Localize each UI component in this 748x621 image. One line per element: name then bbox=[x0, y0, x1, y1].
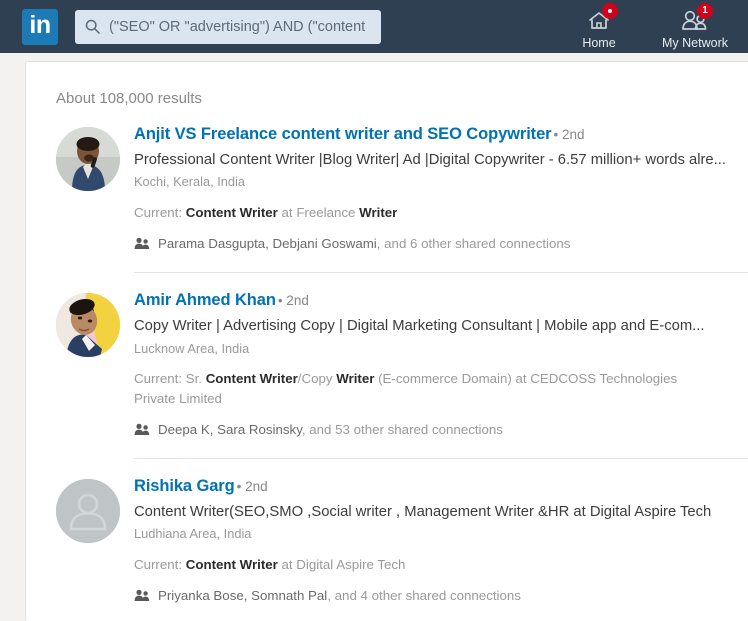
result-degree: • 2nd bbox=[236, 479, 268, 495]
result-shared-connections[interactable]: Priyanka Bose, Somnath Pal, and 4 other … bbox=[134, 587, 748, 604]
result-degree: • 2nd bbox=[277, 293, 309, 309]
result-current-position: Current: Content Writer at Freelance Wri… bbox=[134, 204, 398, 220]
result-current-position: Current: Sr. Content Writer/Copy Writer … bbox=[134, 371, 678, 406]
result-location: Kochi, Kerala, India bbox=[134, 174, 245, 190]
result-current-position: Current: Content Writer at Digital Aspir… bbox=[134, 557, 406, 573]
result-divider bbox=[134, 458, 748, 460]
result-divider bbox=[134, 272, 748, 274]
avatar-wrapper bbox=[56, 477, 134, 604]
shared-connection-rest: , and 6 other shared connections bbox=[376, 236, 571, 252]
result-name-line: Amir Ahmed Khan • 2nd bbox=[134, 291, 748, 311]
results-count: About 108,000 results bbox=[56, 90, 202, 107]
search-result-item[interactable]: Amir Ahmed Khan • 2nd Copy Writer | Adver… bbox=[26, 291, 748, 460]
top-navigation-bar: in ("SEO" OR "advertising") AND ("conten… bbox=[0, 0, 748, 53]
shared-connection-names: Deepa K, Sara Rosinsky bbox=[158, 421, 302, 437]
avatar-wrapper bbox=[56, 291, 134, 459]
nav-items: Home 1 My Network bbox=[568, 0, 728, 53]
result-name-link[interactable]: Rishika Garg bbox=[134, 477, 235, 495]
my-network-notification-badge: 1 bbox=[697, 2, 713, 19]
avatar-rishika-garg[interactable] bbox=[56, 479, 120, 544]
people-icon bbox=[134, 238, 150, 250]
search-icon bbox=[85, 19, 100, 34]
nav-item-my-network-label: My Network bbox=[662, 35, 728, 50]
home-notification-badge bbox=[602, 2, 618, 19]
result-body: Amir Ahmed Khan • 2nd Copy Writer | Adver… bbox=[134, 291, 748, 460]
linkedin-logo-text: in bbox=[29, 11, 51, 39]
avatar-amir-ahmed-khan[interactable] bbox=[56, 293, 120, 358]
result-name-link[interactable]: Amir Ahmed Khan bbox=[134, 291, 276, 309]
result-shared-connections[interactable]: Deepa K, Sara Rosinsky, and 53 other sha… bbox=[134, 421, 748, 438]
search-input[interactable]: ("SEO" OR "advertising") AND ("content bbox=[75, 9, 381, 44]
people-icon bbox=[134, 590, 150, 602]
shared-connection-rest: , and 4 other shared connections bbox=[327, 588, 521, 604]
result-headline: Copy Writer | Advertising Copy | Digital… bbox=[134, 318, 705, 335]
search-result-item[interactable]: Anjit VS Freelance content writer and SE… bbox=[26, 125, 748, 274]
search-input-value: ("SEO" OR "advertising") AND ("content bbox=[109, 18, 366, 35]
nav-item-home-label: Home bbox=[582, 35, 616, 50]
avatar-wrapper bbox=[56, 125, 134, 273]
result-degree: • 2nd bbox=[553, 127, 585, 142]
result-body: Anjit VS Freelance content writer and SE… bbox=[134, 125, 748, 274]
result-name-link[interactable]: Anjit VS Freelance content writer and SE… bbox=[134, 125, 552, 143]
avatar-anjit-vs[interactable] bbox=[56, 127, 120, 191]
shared-connection-names: Parama Dasgupta, Debjani Goswami bbox=[158, 236, 377, 252]
people-icon bbox=[134, 423, 150, 436]
search-result-item[interactable]: Rishika Garg • 2nd Content Writer(SEO,SMO… bbox=[26, 477, 748, 604]
result-name-line: Rishika Garg • 2nd bbox=[134, 477, 748, 497]
result-location: Ludhiana Area, India bbox=[134, 526, 252, 542]
search-results-card: About 108,000 results Anjit VS Freelance… bbox=[25, 61, 748, 621]
result-shared-connections[interactable]: Parama Dasgupta, Debjani Goswami, and 6 … bbox=[134, 235, 748, 252]
linkedin-logo[interactable]: in bbox=[22, 8, 58, 45]
shared-connection-names: Priyanka Bose, Somnath Pal bbox=[158, 588, 328, 604]
result-body: Rishika Garg • 2nd Content Writer(SEO,SMO… bbox=[134, 477, 748, 604]
result-location: Lucknow Area, India bbox=[134, 340, 250, 356]
result-headline: Professional Content Writer |Blog Writer… bbox=[134, 151, 726, 168]
nav-item-home[interactable]: Home bbox=[568, 2, 630, 51]
nav-item-my-network[interactable]: 1 My Network bbox=[662, 2, 728, 51]
result-headline: Content Writer(SEO,SMO ,Social writer , … bbox=[134, 503, 712, 520]
shared-connection-rest: , and 53 other shared connections bbox=[301, 421, 503, 437]
result-name-line: Anjit VS Freelance content writer and SE… bbox=[134, 125, 748, 145]
